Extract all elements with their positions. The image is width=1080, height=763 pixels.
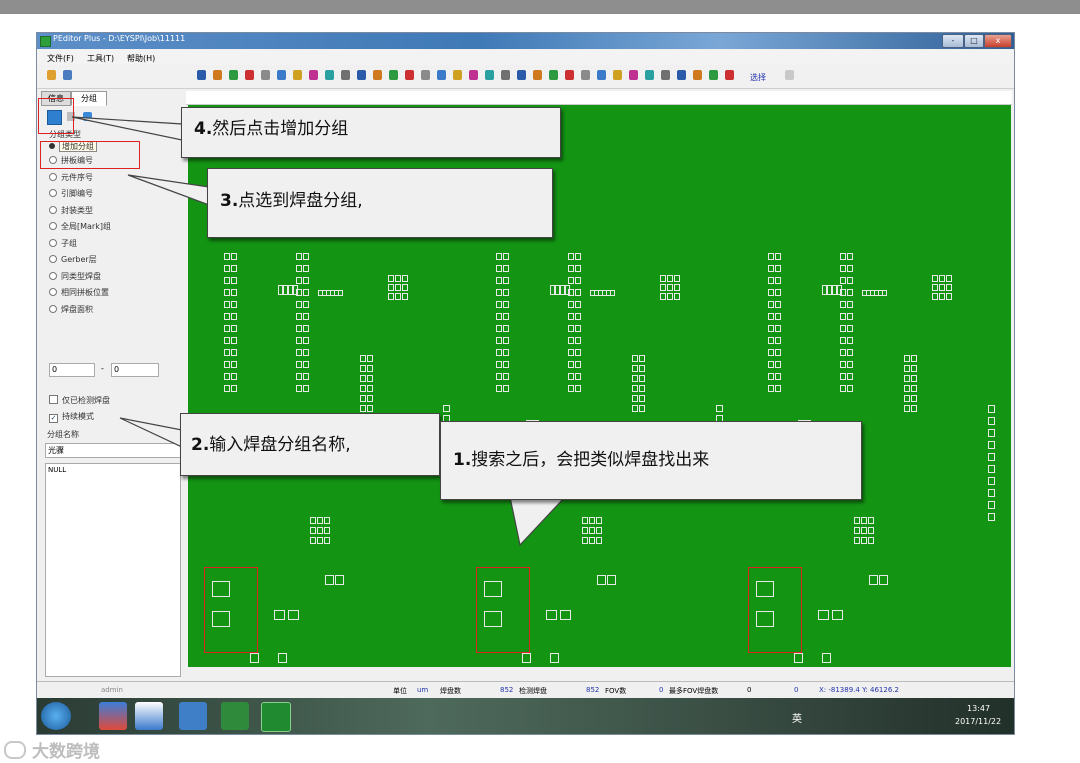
callout-step2-text: 输入焊盘分组名称, bbox=[209, 435, 351, 455]
callout-step2: 2.输入焊盘分组名称, bbox=[180, 413, 440, 476]
watermark: 大数跨境 bbox=[4, 737, 100, 762]
callout-step1-text: 搜索之后，会把类似焊盘找出来 bbox=[471, 450, 710, 470]
callout-step4-text: 然后点击增加分组 bbox=[212, 119, 349, 139]
watermark-text: 大数跨境 bbox=[32, 742, 100, 762]
callout-step3: 3.点选到焊盘分组, bbox=[207, 168, 553, 238]
callout-step3-num: 3. bbox=[220, 191, 239, 211]
callout-step4: 4.然后点击增加分组 bbox=[181, 107, 561, 158]
callout-step1: 1.搜索之后，会把类似焊盘找出来 bbox=[440, 421, 862, 500]
callout-step3-text: 点选到焊盘分组, bbox=[238, 191, 363, 211]
callout-step4-num: 4. bbox=[194, 119, 213, 139]
callout-step1-num: 1. bbox=[453, 450, 472, 470]
watermark-logo-icon bbox=[4, 741, 26, 759]
callout-step2-num: 2. bbox=[191, 435, 210, 455]
